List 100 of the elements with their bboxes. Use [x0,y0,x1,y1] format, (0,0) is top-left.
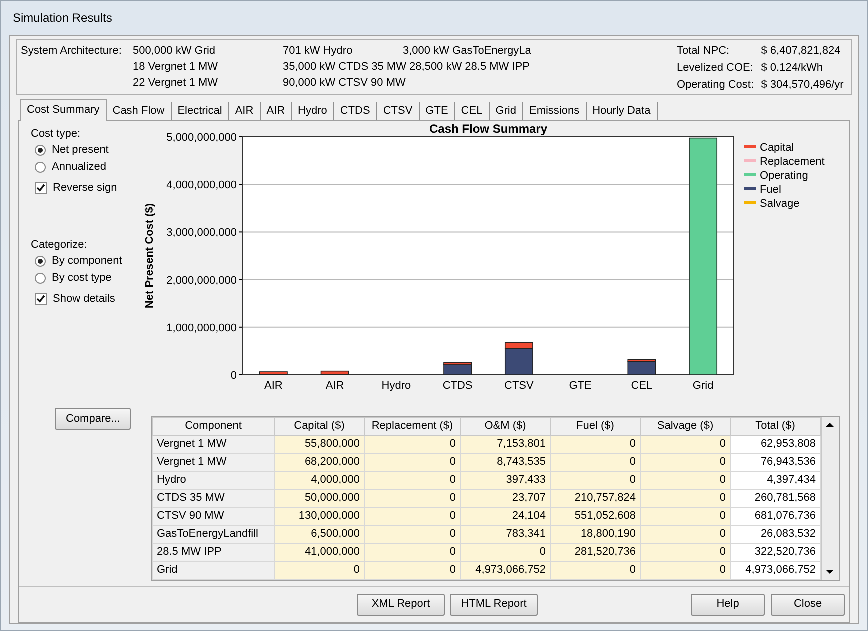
column-header[interactable]: Capital ($) [274,418,364,436]
column-header[interactable]: Salvage ($) [640,418,730,436]
stat-value: $ 304,570,496/yr [761,78,845,93]
axis-tick-label: AIR [326,380,344,392]
table-cell: 130,000,000 [274,508,364,526]
radio-label: Annualized [52,160,106,176]
checkbox-label: Reverse sign [53,180,118,196]
radio-button[interactable] [35,145,46,156]
legend-swatch [744,174,756,176]
table-cell: 0 [640,490,730,508]
scrollbar[interactable] [821,417,839,580]
table-cell: 0 [364,436,460,454]
legend-label: Capital [760,142,794,154]
table-cell: 4,973,066,752 [730,562,820,580]
architecture-item: 18 Vergnet 1 MW [133,60,218,75]
checkbox[interactable] [35,182,47,194]
row-header: Grid [152,562,274,580]
stat-label: Operating Cost: [677,78,756,93]
column-header[interactable]: Fuel ($) [550,418,640,436]
table-cell: 0 [364,454,460,472]
tab[interactable]: GTE [420,102,456,120]
table-cell: 0 [550,562,640,580]
tab[interactable]: AIR [229,102,261,120]
stat-label: Total NPC: [677,44,731,59]
group-label: Categorize: [31,238,88,253]
table-cell: 260,781,568 [730,490,820,508]
architecture-label: System Architecture: [21,44,123,59]
stat-value: $ 6,407,821,824 [761,44,842,59]
radio-label: Net present [52,143,109,158]
radio-label: By component [52,254,122,270]
table-cell: 0 [640,436,730,454]
legend-label: Replacement [760,156,825,168]
column-header[interactable]: O&M ($) [460,418,550,436]
table-cell: 0 [364,544,460,562]
axis-tick-label: 0 [230,370,237,382]
row-header: CTSV 90 MW [152,508,274,526]
column-header[interactable]: Replacement ($) [364,418,460,436]
axis-tick-label: CTSV [504,380,534,392]
table-cell: 26,083,532 [730,526,820,544]
table-cell: 41,000,000 [274,544,364,562]
checkbox[interactable] [35,293,47,305]
table-cell: 0 [640,454,730,472]
row-header: CTDS 35 MW [152,490,274,508]
table-cell: 0 [550,472,640,490]
legend-label: Salvage [760,198,800,210]
table-cell: 551,052,608 [550,508,640,526]
group-label: Cost type: [31,127,82,142]
architecture-item: 35,000 kW CTDS 35 MW 28,500 kW 28.5 MW IPP [283,60,530,75]
axis-tick-label: GTE [569,380,592,392]
axis-title: Net Present Cost ($) [144,203,156,309]
table-cell: 55,800,000 [274,436,364,454]
column-header[interactable]: Component [152,418,274,436]
tab[interactable]: CTDS [334,102,378,120]
column-header[interactable]: Total ($) [730,418,820,436]
report-button[interactable]: HTML Report [450,594,538,616]
table-cell: 7,153,801 [460,436,550,454]
axis-tick-label: Grid [692,380,714,392]
tab[interactable]: CEL [455,102,490,120]
table-cell: 62,953,808 [730,436,820,454]
radio-label: By cost type [52,271,112,286]
table-cell: 24,104 [460,508,550,526]
table-cell: 681,076,736 [730,508,820,526]
tab[interactable]: Emissions [523,102,587,120]
compare-button[interactable]: Compare... [55,408,132,430]
table-cell: 18,800,190 [550,526,640,544]
table-cell: 0 [640,508,730,526]
chart-title: Cash Flow Summary [429,122,548,136]
table-cell: 0 [640,562,730,580]
table-cell: 0 [364,508,460,526]
axis-tick-label: 1,000,000,000 [166,322,237,334]
table-cell: 76,943,536 [730,454,820,472]
dialog-button[interactable]: Close [771,594,845,616]
tab[interactable]: AIR [260,102,292,120]
window-title: Simulation Results [13,10,112,27]
table-cell: 6,500,000 [274,526,364,544]
dialog-button[interactable]: Help [691,594,765,616]
table-cell: 68,200,000 [274,454,364,472]
radio-button[interactable] [35,273,46,284]
stat-value: $ 0.124/kWh [761,61,824,76]
report-button[interactable]: XML Report [357,594,445,616]
tab[interactable]: CTSV [377,102,420,120]
table-cell: 0 [640,526,730,544]
axis-tick-label: CTDS [442,380,473,392]
architecture-item: 500,000 kW Grid [133,44,216,59]
table-cell: 0 [274,562,364,580]
axis-tick-label: 4,000,000,000 [166,180,237,192]
tab[interactable]: Cash Flow [106,102,172,120]
tab[interactable]: Hourly Data [586,102,658,120]
radio-button[interactable] [35,256,46,267]
axis-tick-label: 2,000,000,000 [166,274,237,287]
row-header: Vergnet 1 MW [152,436,274,454]
table-cell: 322,520,736 [730,544,820,562]
tab[interactable]: Electrical [172,102,230,120]
architecture-item: 3,000 kW GasToEnergyLa [403,44,532,59]
tab[interactable]: Hydro [292,102,334,120]
legend-swatch [744,160,756,162]
tab[interactable]: Grid [490,102,524,120]
tab[interactable]: Cost Summary [20,99,107,121]
radio-button[interactable] [35,162,46,173]
axis-tick-label: 5,000,000,000 [166,132,237,144]
